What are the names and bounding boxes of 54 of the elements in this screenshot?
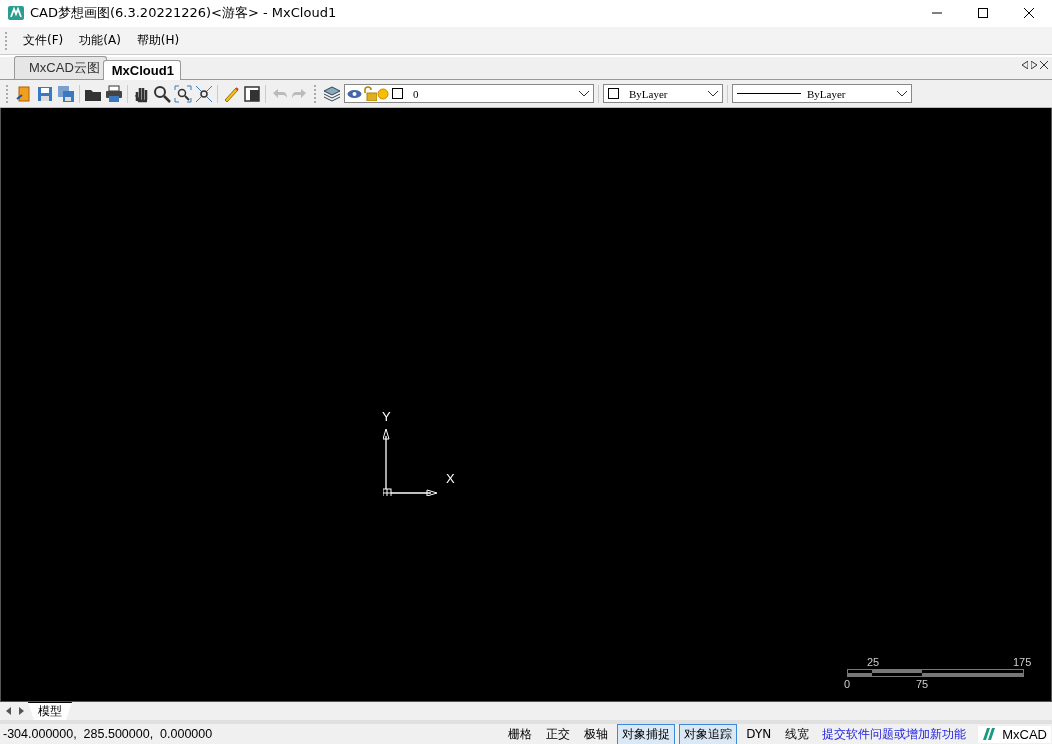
sun-icon [377,87,389,100]
document-tab[interactable]: MxCAD云图 [14,56,107,79]
color-value: ByLayer [629,87,669,100]
layer-name: 0 [413,87,420,100]
zoom-icon[interactable] [153,84,171,103]
app-logo-icon [8,4,24,21]
status-toggle[interactable]: 对象追踪 [679,723,738,744]
scroll-right-icon[interactable] [1031,61,1037,69]
eye-icon [347,88,362,99]
layer-dropdown[interactable]: 0 [344,84,594,103]
color-dropdown[interactable]: ByLayer [603,84,723,103]
coordinates-readout: -304.000000, 285.500000, 0.000000 [3,727,214,741]
status-toggle[interactable]: 栅格 [503,723,538,744]
scale-label: 75 [916,679,929,690]
menu-item[interactable]: 功能(A) [71,30,129,51]
linetype-dropdown[interactable]: ByLayer [732,84,912,103]
scroll-left-icon[interactable] [1022,61,1028,69]
document-tab[interactable]: MxCloud1 [102,60,181,80]
menu-item[interactable]: 帮助(H) [128,30,188,51]
line-sample-icon [737,92,801,95]
y-axis-label: Y [382,410,391,423]
x-axis-label: X [446,472,455,485]
zoom-extents-icon[interactable] [195,84,213,103]
close-icon[interactable] [1040,61,1048,69]
status-toggle[interactable]: 对象捕捉 [617,723,676,744]
pencil-icon[interactable] [222,84,240,103]
open-document-icon[interactable] [15,84,33,103]
caret-icon [708,90,718,97]
menu-item[interactable]: 文件(F) [15,30,72,51]
layout-tab[interactable]: 模型 [28,702,72,720]
zoom-window-icon[interactable] [174,84,192,103]
status-toggle[interactable]: 线宽 [780,723,815,744]
fill-icon[interactable] [243,84,261,103]
scroll-left-icon[interactable] [4,704,14,718]
save-icon[interactable] [36,84,54,103]
scale-label: 175 [1013,657,1032,668]
status-toggle[interactable]: 极轴 [579,723,614,744]
linetype-value: ByLayer [807,87,847,100]
brand-name: MxCAD [1002,726,1047,742]
printer-icon[interactable] [105,84,123,103]
feedback-link[interactable]: 提交软件问题或增加新功能 [822,725,967,743]
scale-label: 0 [844,679,851,690]
status-toggle[interactable]: 正交 [541,723,576,744]
close-icon [1024,7,1034,18]
status-toggle[interactable]: DYN [741,725,777,743]
save-all-icon[interactable] [57,84,75,103]
caret-icon [579,90,589,97]
caret-icon [897,90,907,97]
scroll-right-icon[interactable] [16,704,26,718]
window-title: CAD梦想画图(6.3.20221226)<游客> - MxCloud1 [30,3,337,22]
maximize-icon [978,7,988,18]
layers-icon[interactable] [323,84,341,103]
scale-label: 25 [867,657,880,668]
padlock-icon [362,86,377,101]
